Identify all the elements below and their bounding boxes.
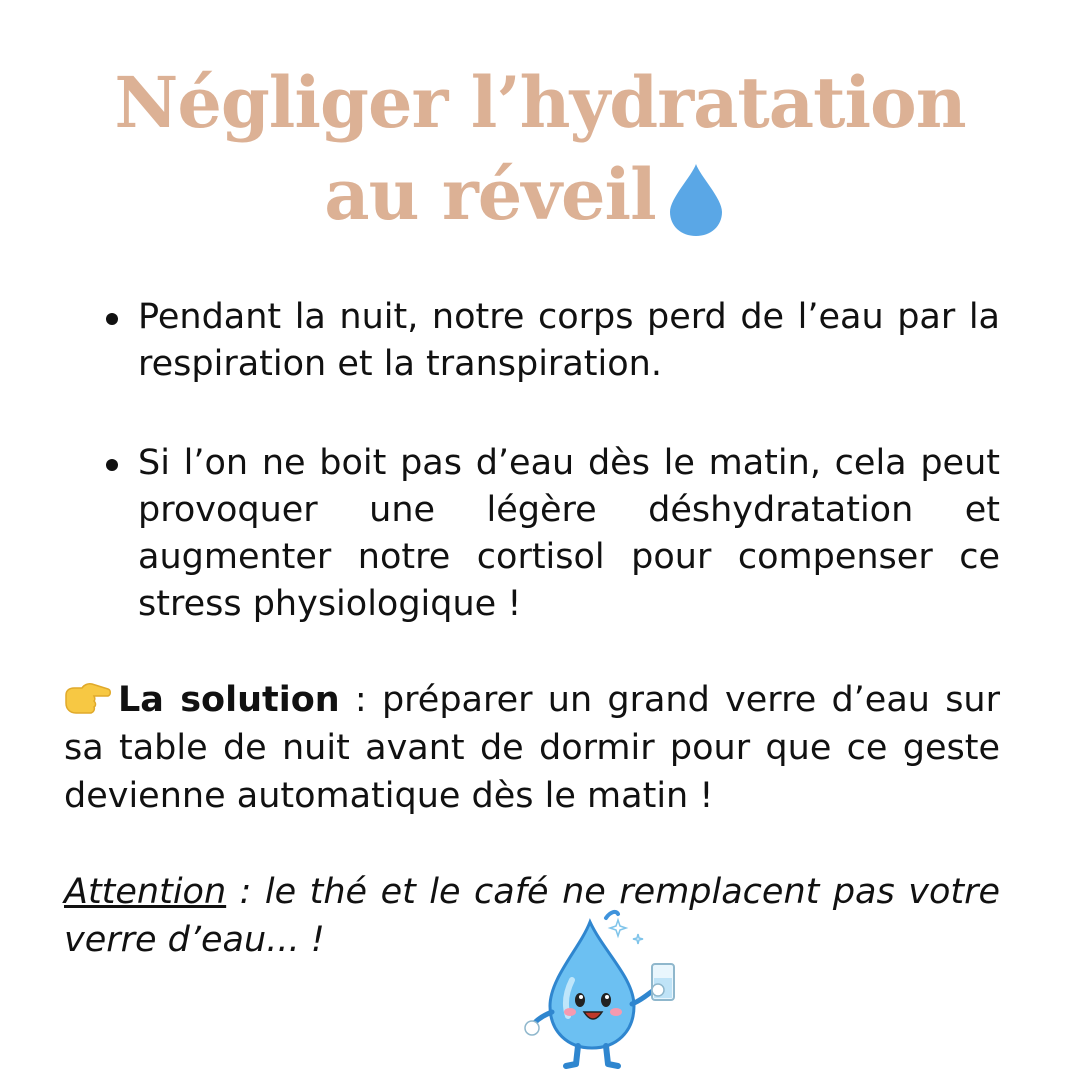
solution-paragraph: La solution : préparer un grand verre d’… [64, 676, 1000, 820]
water-drop-icon [670, 164, 722, 236]
pointing-hand-icon [65, 683, 111, 714]
bullet-list-1: Pendant la nuit, notre corps perd de l’e… [100, 294, 1000, 388]
attention-label: Attention [64, 872, 227, 912]
title-line-2: au réveil [0, 160, 1080, 230]
water-drop-mascot-illustration [524, 909, 675, 1069]
bullet-list-2: Si l’on ne boit pas d’eau dès le matin, … [100, 440, 1000, 628]
bullet-text: Si l’on ne boit pas d’eau dès le matin, … [138, 443, 1000, 624]
title-line-1: Négliger l’hydratation [114, 61, 966, 144]
solution-label: La solution [118, 680, 340, 720]
title-line-2-text: au réveil [324, 153, 656, 236]
bullet-item-morning-dehydration: Si l’on ne boit pas d’eau dès le matin, … [100, 440, 1000, 628]
bullet-item-night-water-loss: Pendant la nuit, notre corps perd de l’e… [100, 294, 1000, 388]
bullet-text: Pendant la nuit, notre corps perd de l’e… [138, 297, 1000, 384]
